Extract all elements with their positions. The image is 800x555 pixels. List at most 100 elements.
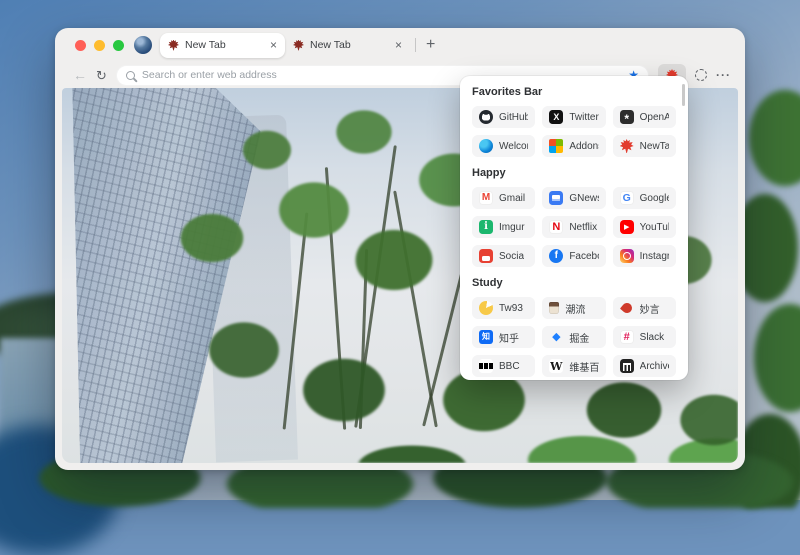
bbc-icon (479, 359, 493, 373)
zoom-window-button[interactable] (113, 40, 124, 51)
traffic-lights (75, 40, 124, 51)
favorite-label: YouTube (640, 222, 669, 233)
favorite-item-facebook[interactable]: Facebook (542, 245, 605, 267)
favorite-item-tw93[interactable]: Tw93 (472, 297, 535, 319)
imgur-icon (479, 220, 493, 234)
section-title: Study (472, 277, 676, 289)
favorite-item-imgur[interactable]: Imgur (472, 216, 535, 238)
favorite-item-twitter[interactable]: Twitter (542, 106, 605, 128)
favorite-label: 维基百科 (569, 359, 598, 374)
favorites-grid: Gmail GNews Google Imgur Netflix YouTube Socia… (472, 187, 676, 267)
favorite-label: Facebook (569, 251, 598, 262)
panel-scrollbar[interactable] (682, 84, 685, 106)
new-tab-button[interactable]: + (426, 36, 435, 54)
instagram-icon (620, 249, 634, 263)
favorite-label: 知乎 (499, 330, 519, 345)
tab-title: New Tab (310, 39, 389, 51)
tab-close-icon[interactable]: × (270, 39, 277, 51)
socia-icon (479, 249, 493, 263)
favorite-label: 潮流 (565, 301, 585, 316)
openai-icon (620, 110, 634, 124)
favorite-label: 妙言 (640, 301, 660, 316)
favorite-item-wikipedia[interactable]: 维基百科 (542, 355, 605, 377)
favorite-label: Welcome (499, 141, 528, 152)
favorite-label: BBC (499, 361, 520, 372)
profile-avatar[interactable] (134, 36, 152, 54)
tab-new-tab-1[interactable]: New Tab × (160, 33, 285, 58)
slack-icon (620, 330, 634, 344)
minimize-window-button[interactable] (94, 40, 105, 51)
miaoyan-icon (620, 301, 634, 315)
tab-close-icon[interactable]: × (395, 39, 402, 51)
gmail-icon (479, 191, 493, 205)
favorite-item-miaoyan[interactable]: 妙言 (613, 297, 676, 319)
favorite-label: OpenAI (640, 112, 669, 123)
panel-section: Happy Gmail GNews Google Imgur Netflix YouTube… (472, 167, 676, 267)
settings-gear-icon[interactable] (695, 69, 707, 81)
favorite-label: Instagram (640, 251, 669, 262)
favorite-label: Twitter (569, 112, 598, 123)
favorite-label: Google (640, 193, 669, 204)
tab-bar: New Tab × New Tab × + (55, 28, 745, 62)
favorite-item-chaoliu[interactable]: 潮流 (542, 297, 605, 319)
chaoliu-icon (549, 302, 559, 314)
favorite-item-gmail[interactable]: Gmail (472, 187, 535, 209)
favorite-item-youtube[interactable]: YouTube (613, 216, 676, 238)
favorite-item-juejin[interactable]: 掘金 (542, 326, 605, 348)
section-title: Happy (472, 167, 676, 179)
favorite-label: GNews (569, 193, 598, 204)
newtab-icon (620, 139, 634, 153)
tw93-icon (479, 301, 493, 315)
maple-leaf-favicon (168, 40, 179, 51)
addons-icon (549, 139, 563, 153)
favorite-item-instagram[interactable]: Instagram (613, 245, 676, 267)
favorites-panel-sections: Favorites Bar GitHub Twitter OpenAI Welcome A… (472, 86, 676, 377)
search-icon (126, 71, 135, 80)
more-menu-button[interactable]: ··· (716, 68, 731, 82)
panel-section: Favorites Bar GitHub Twitter OpenAI Welcome A… (472, 86, 676, 157)
favorite-item-slack[interactable]: Slack (613, 326, 676, 348)
tab-title: New Tab (185, 39, 264, 51)
zhihu-icon (479, 330, 493, 344)
favorite-item-zhihu[interactable]: 知乎 (472, 326, 535, 348)
browser-window: New Tab × New Tab × + ← ↻ Search or ente… (55, 28, 745, 470)
facebook-icon (549, 249, 563, 263)
favorite-label: NewTab (640, 141, 669, 152)
back-icon[interactable]: ← (73, 68, 87, 82)
favorite-item-bbc[interactable]: BBC (472, 355, 535, 377)
favorite-item-gnews[interactable]: GNews (542, 187, 605, 209)
tab-new-tab-2[interactable]: New Tab × (285, 33, 410, 58)
wikipedia-icon (549, 359, 563, 373)
favorite-item-archive[interactable]: Archive (613, 355, 676, 377)
favorite-label: 掘金 (569, 330, 589, 345)
close-window-button[interactable] (75, 40, 86, 51)
favorite-item-addons[interactable]: Addons (542, 135, 605, 157)
section-title: Favorites Bar (472, 86, 676, 98)
github-icon (479, 110, 493, 124)
favorite-label: Addons (569, 141, 598, 152)
favorite-item-newtab[interactable]: NewTab (613, 135, 676, 157)
favorite-label: Socia (499, 251, 524, 262)
tab-divider (415, 38, 416, 52)
archive-icon (620, 359, 634, 373)
favorite-item-socia[interactable]: Socia (472, 245, 535, 267)
favorite-item-welcome[interactable]: Welcome (472, 135, 535, 157)
google-icon (620, 191, 634, 205)
netflix-icon (549, 220, 563, 234)
favorite-label: GitHub (499, 112, 528, 123)
favorite-item-openai[interactable]: OpenAI (613, 106, 676, 128)
favorite-label: Imgur (499, 222, 525, 233)
gnews-icon (549, 191, 563, 205)
welcome-icon (479, 139, 493, 153)
favorite-label: Slack (640, 332, 664, 343)
reload-icon[interactable]: ↻ (96, 69, 107, 82)
favorite-label: Archive (640, 361, 669, 372)
panel-section: Study Tw93 潮流 妙言知乎 掘金 Slack BBC 维基百科 Archive (472, 277, 676, 377)
favorite-label: Gmail (499, 193, 525, 204)
favorite-item-netflix[interactable]: Netflix (542, 216, 605, 238)
favorite-item-google[interactable]: Google (613, 187, 676, 209)
youtube-icon (620, 220, 634, 234)
favorites-grid: GitHub Twitter OpenAI Welcome Addons NewTab (472, 106, 676, 157)
favorite-item-github[interactable]: GitHub (472, 106, 535, 128)
twitter-icon (549, 110, 563, 124)
